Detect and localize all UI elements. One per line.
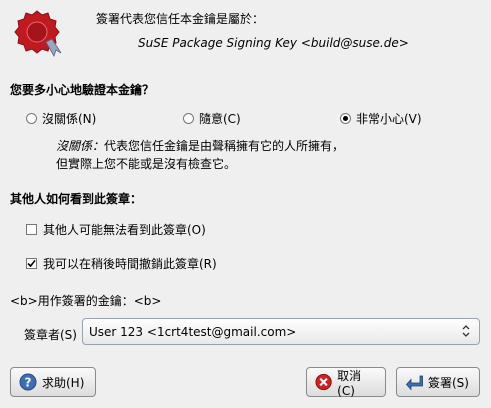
description-text: 代表您信任金鑰是由聲稱擁有它的人所擁有， [104,139,345,153]
signer-combobox[interactable]: User 123 <1crt4test@gmail.com> [82,318,480,345]
seal-icon [14,10,62,57]
radio-indicator[interactable] [26,113,37,124]
signer-label: 簽章者(S) [24,328,77,342]
radio-very-careful[interactable]: 非常小心(V) [340,110,422,127]
checkbox-label: 我可以在稍後時間撤銷此簽章(R) [43,257,217,271]
checkbox-local-signature[interactable]: 其他人可能無法看到此簽章(O) [26,221,206,238]
signing-key-label: <b>用作簽署的金鑰：<b> [10,294,162,308]
radio-indicator[interactable] [183,113,194,124]
help-icon: ? [19,373,37,391]
checkbox-indicator[interactable] [26,224,37,235]
svg-text:?: ? [25,376,32,390]
signer-value: User 123 <1crt4test@gmail.com> [89,325,297,339]
cancel-icon [315,373,332,391]
verification-question: 您要多小心地驗證本金鑰？ [10,83,155,97]
cancel-label: 取消(C) [337,368,362,398]
cancel-button[interactable]: 取消(C) [306,367,386,398]
radio-label: 隨意(C) [199,112,241,126]
verification-description: 沒關係：代表您信任金鑰是由聲稱擁有它的人所擁有， [56,137,344,154]
radio-casual[interactable]: 隨意(C) [183,110,241,127]
checkbox-revocable[interactable]: 我可以在稍後時間撤銷此簽章(R) [26,255,217,272]
updown-arrow-icon [462,325,470,337]
enter-arrow-icon [405,375,423,391]
checkbox-label: 其他人可能無法看到此簽章(O) [43,223,206,237]
visibility-question: 其他人如何看到此簽章： [10,192,143,206]
sign-button[interactable]: 簽署(S) [396,367,480,397]
help-button[interactable]: ? 求助(H) [10,367,96,397]
sign-label: 簽署(S) [428,375,469,390]
description-term: 沒關係： [56,139,105,153]
radio-label: 非常小心(V) [356,112,422,126]
header-intro: 簽署代表您信任本金鑰是屬於： [96,12,265,26]
verification-description-line2: 但實際上您不能或是沒有檢查它。 [56,157,237,171]
radio-label: 沒關係(N) [42,112,97,126]
radio-indicator[interactable] [340,113,351,124]
help-label: 求助(H) [42,375,85,390]
check-icon [27,259,36,268]
key-identity: SuSE Package Signing Key <build@suse.de> [138,36,409,50]
checkbox-indicator[interactable] [26,258,37,269]
radio-dont-know[interactable]: 沒關係(N) [26,110,96,127]
